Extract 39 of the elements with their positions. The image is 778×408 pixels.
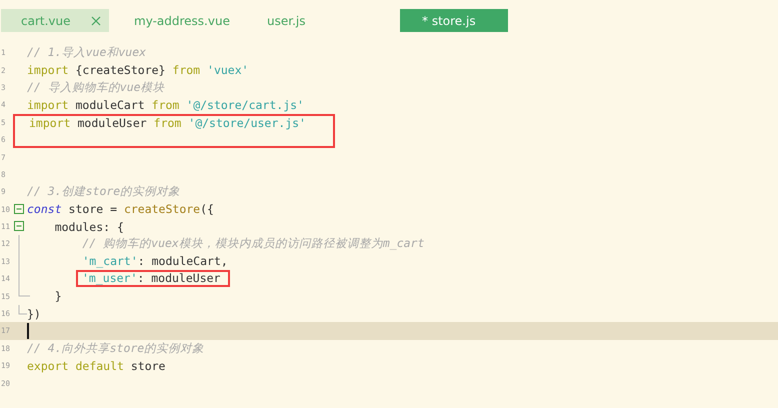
code-token: modules: { <box>54 220 124 234</box>
code-token: const <box>27 202 62 216</box>
file-tab[interactable]: my-address.vue <box>134 9 242 32</box>
fold-icon[interactable] <box>14 220 24 231</box>
code-token: from <box>154 116 182 130</box>
code-comment: // 导入购物车的vue模块 <box>27 80 165 95</box>
close-icon[interactable] <box>91 16 101 26</box>
code-token: 'vuex' <box>206 63 249 78</box>
code-token: : moduleUser <box>137 271 220 286</box>
code-token: import <box>27 98 69 112</box>
file-tab[interactable]: * store.js <box>400 9 508 32</box>
code-token: moduleUser <box>76 116 148 130</box>
text-cursor <box>27 322 29 339</box>
code-token: ({ <box>200 202 214 216</box>
code-token: export <box>27 358 69 373</box>
code-token: store <box>130 358 166 373</box>
code-token: import <box>27 63 69 78</box>
code-token: {createStore} <box>74 63 166 78</box>
file-tab[interactable]: user.js <box>267 9 375 32</box>
code-token: default <box>74 358 124 373</box>
code-comment: // 3.创建store的实例对象 <box>27 184 180 200</box>
code-token: from <box>172 63 200 78</box>
code-token: } <box>54 289 62 304</box>
code-token: createStore <box>124 202 200 216</box>
code-token: store = <box>68 202 118 216</box>
code-token: from <box>152 98 180 112</box>
file-tab[interactable]: cart.vue <box>1 9 109 32</box>
code-token: import <box>29 116 71 130</box>
code-token: '@/store/user.js' <box>187 116 306 130</box>
code-token: 'm_user' <box>82 271 138 286</box>
code-token: : moduleCart, <box>138 254 228 268</box>
code-token: 'm_cart' <box>81 254 138 268</box>
code-token: '@/store/cart.js' <box>185 98 304 112</box>
code-token: moduleCart <box>74 98 146 112</box>
fold-icon[interactable] <box>14 204 24 214</box>
code-comment: // 1.导入vue和vuex <box>27 45 146 60</box>
code-token: }) <box>27 306 41 321</box>
code-comment: // 购物车的vuex模块，模块内成员的访问路径被调整为m_cart <box>81 236 424 252</box>
code-comment: // 4.向外共享store的实例对象 <box>27 340 204 356</box>
